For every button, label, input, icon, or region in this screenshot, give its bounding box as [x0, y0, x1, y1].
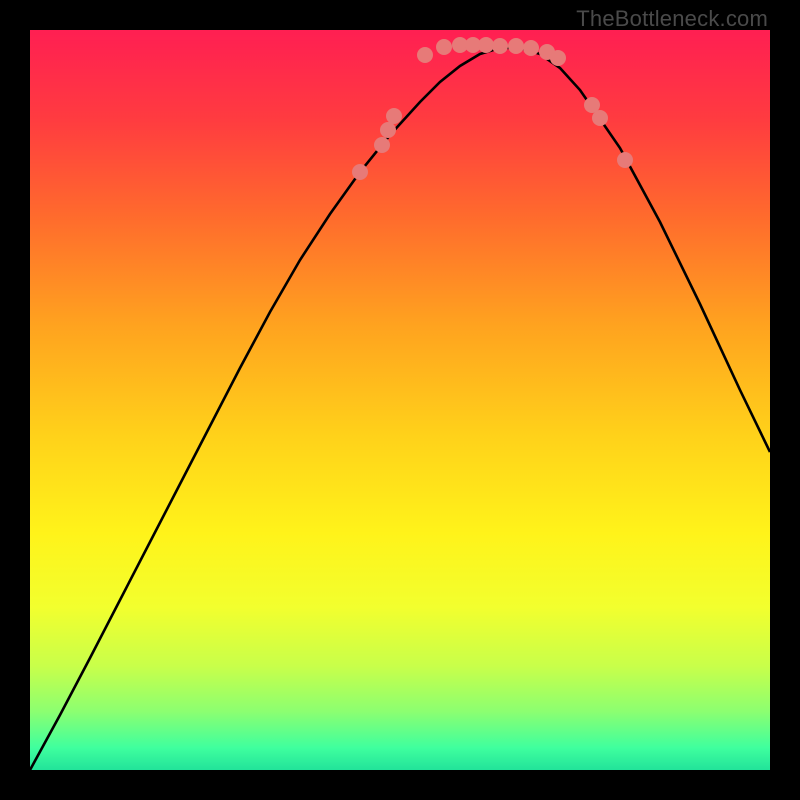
curve-layer — [30, 30, 770, 770]
bottleneck-curve — [30, 48, 770, 770]
curve-marker — [550, 50, 566, 66]
curve-markers — [352, 37, 633, 180]
watermark-text: TheBottleneck.com — [576, 6, 768, 32]
curve-marker — [386, 108, 402, 124]
curve-marker — [523, 40, 539, 56]
curve-marker — [478, 37, 494, 53]
curve-marker — [352, 164, 368, 180]
curve-marker — [592, 110, 608, 126]
plot-area — [30, 30, 770, 770]
curve-marker — [508, 38, 524, 54]
curve-marker — [492, 38, 508, 54]
curve-marker — [374, 137, 390, 153]
chart-frame: TheBottleneck.com — [0, 0, 800, 800]
curve-marker — [380, 122, 396, 138]
curve-marker — [436, 39, 452, 55]
curve-marker — [417, 47, 433, 63]
curve-marker — [617, 152, 633, 168]
